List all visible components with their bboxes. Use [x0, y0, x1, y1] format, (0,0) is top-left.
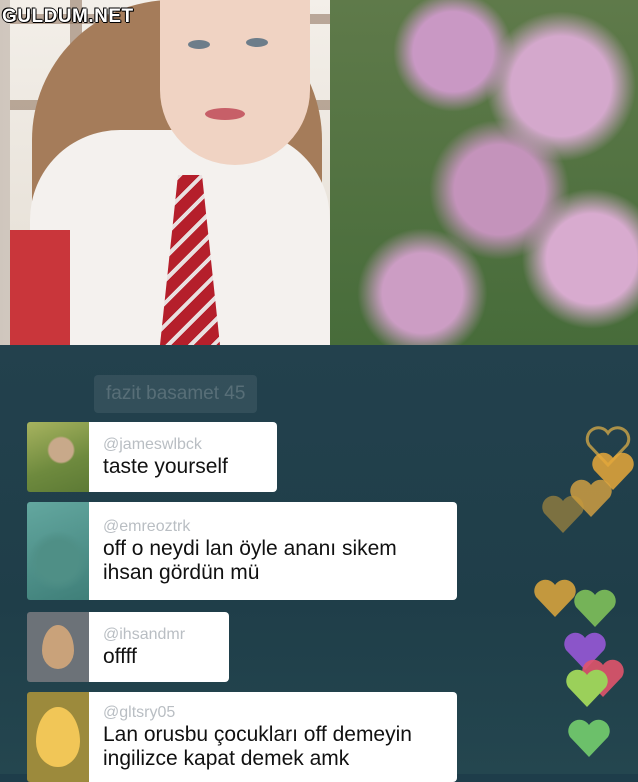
chat-comment[interactable]: @gltsry05 Lan orusbu çocukları off demey…	[27, 692, 457, 782]
user-avatar[interactable]	[27, 612, 89, 682]
comment-username[interactable]: @emreoztrk	[103, 517, 443, 537]
comment-bubble: @jameswlbck taste yourself	[89, 422, 277, 492]
chat-comment[interactable]: @emreoztrk off o neydi lan öyle ananı si…	[27, 502, 457, 600]
user-avatar[interactable]	[27, 692, 89, 782]
streamer-lips	[205, 108, 245, 120]
streamer-skirt	[10, 230, 70, 345]
user-avatar[interactable]	[27, 502, 89, 600]
egg-icon	[36, 707, 80, 767]
chat-comment[interactable]: @ihsandmr offff	[27, 612, 229, 682]
live-chat-panel: fazit basamet 45 @jameswlbck taste yours…	[0, 345, 638, 782]
user-avatar[interactable]	[27, 422, 89, 492]
heart-icon	[566, 669, 608, 707]
faded-comment: fazit basamet 45	[94, 375, 258, 413]
comment-bubble: @gltsry05 Lan orusbu çocukları off demey…	[89, 692, 457, 782]
comment-bubble: @emreoztrk off o neydi lan öyle ananı si…	[89, 502, 457, 600]
comment-username[interactable]: @gltsry05	[103, 703, 443, 723]
egg-icon	[42, 625, 74, 669]
comment-bubble: @ihsandmr offff	[89, 612, 229, 682]
stream-video	[0, 0, 638, 345]
lilac-flowers	[330, 0, 638, 345]
site-watermark: GULDUM.NET	[2, 6, 134, 27]
comment-text: Lan orusbu çocukları off demeyin ingiliz…	[103, 722, 412, 770]
comment-text: offff	[103, 644, 137, 668]
streamer-eye	[246, 38, 268, 47]
comment-text: taste yourself	[103, 454, 228, 478]
chat-comment[interactable]: @jameswlbck taste yourself	[27, 422, 277, 492]
heart-icon	[568, 719, 610, 757]
heart-icon	[574, 589, 616, 627]
streamer-eye	[188, 40, 210, 49]
streamer-face	[160, 0, 310, 165]
heart-icon	[542, 495, 584, 533]
comment-text: off o neydi lan öyle ananı sikem ihsan g…	[103, 536, 397, 584]
comment-username[interactable]: @ihsandmr	[103, 625, 215, 645]
comment-username[interactable]: @jameswlbck	[103, 435, 263, 455]
